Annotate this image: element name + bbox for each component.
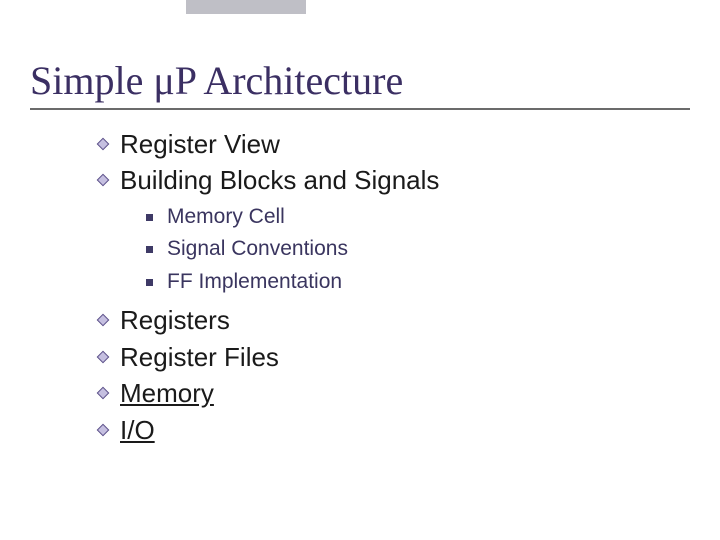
list-item-label: Register View bbox=[120, 126, 280, 162]
diamond-icon bbox=[96, 313, 110, 327]
list-item-label: Building Blocks and Signals bbox=[120, 162, 439, 198]
sub-list-item: Memory Cell bbox=[146, 201, 690, 234]
diamond-icon bbox=[96, 423, 110, 437]
list-item-label: Memory bbox=[120, 375, 214, 411]
sub-list-item-label: Signal Conventions bbox=[167, 233, 348, 266]
sub-list-item: FF Implementation bbox=[146, 266, 690, 299]
list-item: Register Files bbox=[96, 339, 690, 375]
list-item: Registers bbox=[96, 302, 690, 338]
diamond-icon bbox=[96, 350, 110, 364]
list-item-label: Registers bbox=[120, 302, 230, 338]
list-item: Register View bbox=[96, 126, 690, 162]
list-item: I/O bbox=[96, 412, 690, 448]
list-item-label: Register Files bbox=[120, 339, 279, 375]
diamond-icon bbox=[96, 137, 110, 151]
list-item: Memory bbox=[96, 375, 690, 411]
sub-list-item-label: FF Implementation bbox=[167, 266, 342, 299]
square-icon bbox=[146, 246, 153, 253]
square-icon bbox=[146, 214, 153, 221]
slide: Simple μP Architecture Register View Bui… bbox=[0, 0, 720, 468]
bullet-list: Register View Building Blocks and Signal… bbox=[30, 126, 690, 448]
list-item-label: I/O bbox=[120, 412, 155, 448]
sub-list-item: Signal Conventions bbox=[146, 233, 690, 266]
diamond-icon bbox=[96, 173, 110, 187]
accent-bar bbox=[186, 0, 306, 14]
diamond-icon bbox=[96, 386, 110, 400]
slide-title: Simple μP Architecture bbox=[30, 60, 690, 110]
list-item: Building Blocks and Signals bbox=[96, 162, 690, 198]
sub-list: Memory Cell Signal Conventions FF Implem… bbox=[96, 201, 690, 299]
sub-list-item-label: Memory Cell bbox=[167, 201, 285, 234]
square-icon bbox=[146, 279, 153, 286]
